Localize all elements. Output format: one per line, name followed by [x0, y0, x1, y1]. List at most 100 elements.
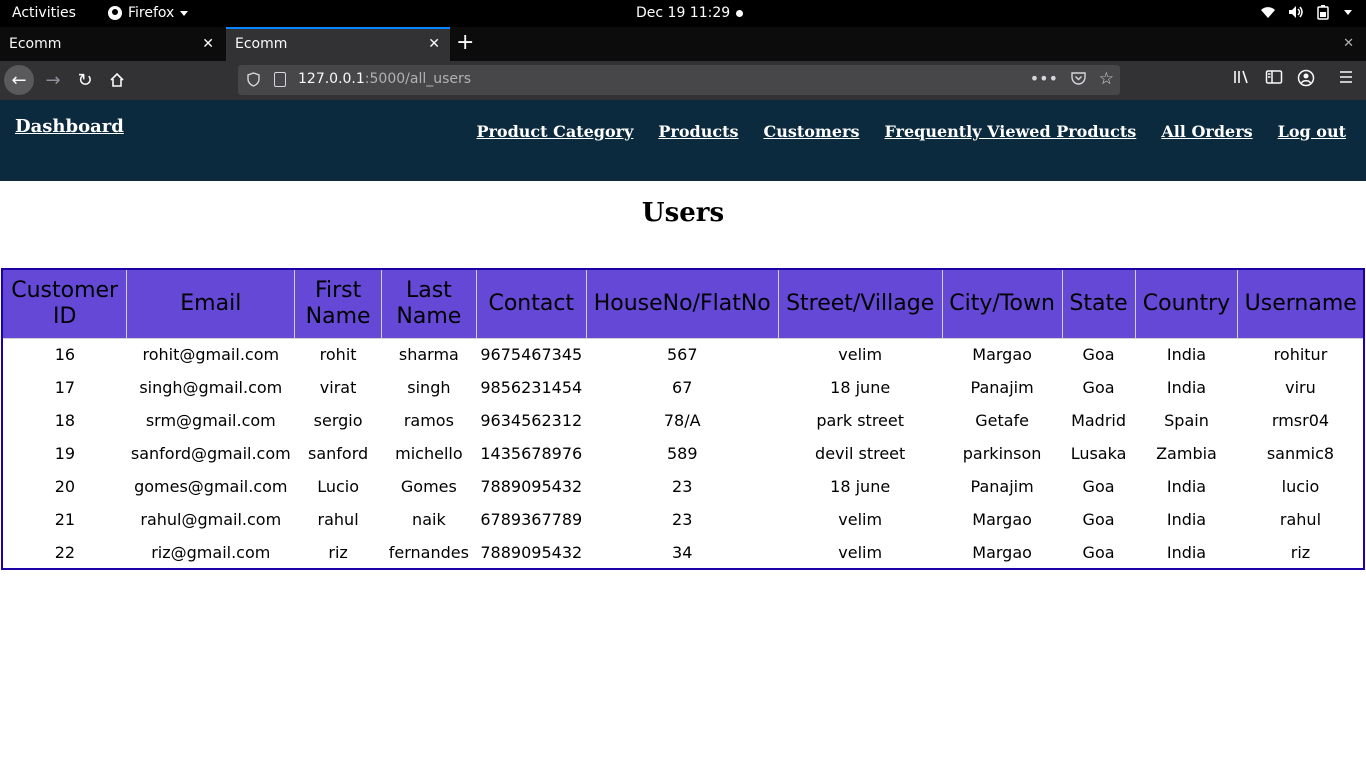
cell-email: sanford@gmail.com	[130, 444, 291, 463]
nav-link-product-category[interactable]: Product Category	[476, 122, 633, 141]
table-row: 21 rahul@gmail.com rahul naik 6789367789…	[2, 503, 1364, 536]
cell-street: 18 june	[830, 378, 891, 397]
page-actions-more-icon[interactable]: •••	[1030, 69, 1058, 88]
cell-street: velim	[838, 510, 883, 529]
table-body: 16 rohit@gmail.com rohit sharma 96754673…	[2, 338, 1364, 569]
nav-link-log-out[interactable]: Log out	[1278, 122, 1346, 141]
cell-contact: 9634562312	[480, 411, 583, 430]
cell-last-name: Gomes	[400, 477, 457, 496]
url-path: :5000/all_users	[364, 71, 472, 87]
cell-city: Panajim	[970, 378, 1034, 397]
cell-contact: 7889095432	[480, 477, 583, 496]
tab-strip: Ecomm ✕ Ecomm ✕ + ✕	[0, 27, 1366, 61]
cell-last-name: michello	[395, 444, 463, 463]
cell-house-no: 567	[666, 345, 698, 365]
back-arrow-icon[interactable]: ←	[4, 65, 34, 95]
column-header: HouseNo/FlatNo	[585, 268, 779, 339]
column-header: State	[1061, 268, 1136, 339]
close-icon[interactable]: ✕	[202, 36, 214, 52]
cell-state: Goa	[1082, 345, 1115, 365]
window-close-icon[interactable]: ✕	[1343, 36, 1354, 51]
cell-country: India	[1166, 542, 1207, 562]
tracking-shield-icon[interactable]	[247, 72, 260, 91]
dashboard-link[interactable]: Dashboard	[15, 116, 124, 137]
cell-username: riz	[1290, 542, 1311, 562]
notification-dot-icon	[736, 9, 744, 17]
cell-customer-id: 22	[54, 542, 76, 562]
cell-city: Panajim	[970, 477, 1034, 496]
cell-username: lucio	[1281, 477, 1320, 496]
close-icon[interactable]: ✕	[428, 36, 440, 52]
cell-house-no: 34	[672, 542, 693, 562]
bookmark-star-icon[interactable]: ☆	[1099, 69, 1114, 89]
table-row: 18 srm@gmail.com sergio ramos 9634562312…	[2, 404, 1364, 437]
column-header: Email	[126, 268, 296, 339]
top-nav: Product Category Products Customers Freq…	[476, 122, 1346, 141]
cell-username: viru	[1285, 378, 1316, 397]
nav-link-frequently-viewed-products[interactable]: Frequently Viewed Products	[884, 122, 1136, 141]
cell-first-name: rohit	[319, 345, 357, 365]
cell-country: Zambia	[1156, 444, 1217, 463]
cell-last-name: sharma	[398, 345, 459, 365]
cell-city: Margao	[972, 345, 1032, 365]
column-header: Street/Village	[777, 268, 943, 339]
clock[interactable]: Dec 19 11:29	[636, 5, 744, 21]
app-menu[interactable]: Firefox	[108, 5, 189, 21]
home-icon[interactable]	[102, 65, 132, 95]
cell-customer-id: 17	[54, 378, 76, 397]
system-tray[interactable]	[1260, 4, 1352, 20]
cell-last-name: singh	[407, 378, 451, 397]
browser-tab-active[interactable]: Ecomm ✕	[226, 27, 450, 61]
cell-last-name: fernandes	[388, 542, 469, 562]
reload-icon[interactable]: ↻	[70, 65, 100, 95]
account-icon[interactable]	[1297, 69, 1315, 91]
new-tab-plus-icon[interactable]: +	[456, 30, 474, 56]
system-top-bar: Activities Firefox Dec 19 11:29	[0, 0, 1366, 27]
app-header: Dashboard Product Category Products Cust…	[0, 100, 1366, 181]
address-bar[interactable]: 127.0.0.1:5000/all_users ••• ☆	[238, 65, 1120, 95]
cell-last-name: naik	[412, 510, 446, 529]
url-host: 127.0.0.1	[298, 71, 365, 87]
cell-customer-id: 16	[54, 345, 76, 365]
browser-tab[interactable]: Ecomm ✕	[0, 27, 224, 61]
hamburger-menu-icon[interactable]	[1338, 69, 1354, 89]
table-row: 19 sanford@gmail.com sanford michello 14…	[2, 437, 1364, 470]
cell-city: Margao	[972, 510, 1032, 529]
cell-contact: 1435678976	[480, 444, 583, 463]
cell-country: India	[1166, 510, 1207, 529]
cell-email: srm@gmail.com	[145, 411, 276, 430]
cell-country: India	[1166, 345, 1207, 365]
cell-street: devil street	[815, 444, 906, 463]
cell-city: parkinson	[962, 444, 1042, 463]
cell-state: Goa	[1082, 477, 1115, 496]
library-icon[interactable]	[1233, 69, 1251, 89]
sidebar-icon[interactable]	[1265, 69, 1283, 89]
chevron-down-icon	[180, 10, 189, 16]
battery-icon	[1316, 4, 1332, 20]
nav-link-products[interactable]: Products	[658, 122, 738, 141]
cell-username: rohitur	[1273, 345, 1328, 365]
cell-street: velim	[838, 542, 883, 562]
nav-link-all-orders[interactable]: All Orders	[1161, 122, 1252, 141]
table-row: 16 rohit@gmail.com rohit sharma 96754673…	[2, 338, 1364, 371]
cell-customer-id: 21	[54, 510, 76, 529]
pocket-icon[interactable]	[1071, 71, 1086, 89]
table-row: 22 riz@gmail.com riz fernandes 788909543…	[2, 536, 1364, 569]
nav-link-customers[interactable]: Customers	[763, 122, 859, 141]
forward-arrow-icon[interactable]: →	[38, 65, 68, 95]
cell-customer-id: 20	[54, 477, 76, 496]
cell-street: velim	[838, 345, 883, 365]
cell-state: Goa	[1082, 378, 1115, 397]
cell-contact: 7889095432	[480, 542, 583, 562]
cell-last-name: ramos	[403, 411, 454, 430]
cell-first-name: virat	[319, 378, 357, 397]
activities-button[interactable]: Activities	[12, 5, 76, 21]
column-header: Customer ID	[1, 268, 128, 339]
cell-house-no: 589	[666, 444, 698, 463]
cell-state: Madrid	[1071, 411, 1127, 430]
page-info-icon[interactable]	[274, 72, 286, 87]
cell-house-no: 23	[672, 510, 693, 529]
table-row: 20 gomes@gmail.com Lucio Gomes 788909543…	[2, 470, 1364, 503]
url-text[interactable]: 127.0.0.1:5000/all_users	[298, 71, 471, 87]
cell-state: Lusaka	[1070, 444, 1127, 463]
